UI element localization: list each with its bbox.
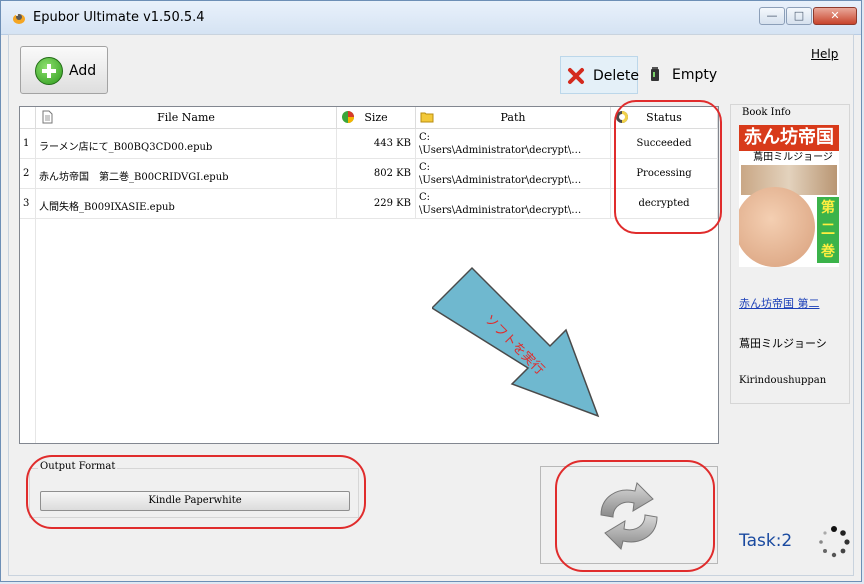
file-name-cell: ラーメン店にて_B00BQ3CD00.epub [39, 142, 213, 153]
convert-highlight-ring [555, 460, 715, 572]
table-row[interactable]: 229 KB [337, 189, 416, 219]
minimize-icon: — [766, 9, 778, 22]
book-title-link[interactable]: 赤ん坊帝国 第二 [739, 295, 845, 311]
empty-button-label: Empty [672, 67, 718, 83]
add-button[interactable]: Add [20, 46, 108, 94]
row-number: 1 [23, 138, 30, 149]
minimize-button[interactable]: — [759, 7, 785, 25]
close-icon: ✕ [830, 9, 840, 22]
delete-button-label: Delete [593, 68, 639, 84]
file-size-cell: 229 KB [373, 198, 411, 209]
file-size-cell: 802 KB [373, 168, 411, 179]
table-row[interactable]: C: \Users\Administrator\decrypt\… [416, 159, 611, 189]
maximize-button[interactable]: □ [786, 7, 812, 25]
book-info-panel: Book Info 赤ん坊帝国 蔦田ミルジョージ 第二巻 赤ん坊帝国 第二 蔦田… [730, 104, 850, 404]
table-row[interactable]: 2 [20, 159, 36, 189]
delete-button[interactable]: Delete [560, 56, 639, 94]
column-header-file-name[interactable]: File Name [36, 107, 337, 129]
column-header-label: File Name [157, 111, 215, 124]
file-path-cell: C: \Users\Administrator\decrypt\… [419, 162, 582, 186]
close-button[interactable]: ✕ [813, 7, 857, 25]
trash-icon [651, 67, 659, 81]
plus-icon [35, 57, 63, 85]
book-cover: 赤ん坊帝国 蔦田ミルジョージ 第二巻 [739, 125, 839, 267]
column-header-size[interactable]: Size [337, 107, 416, 129]
row-number: 2 [23, 168, 30, 179]
file-path-cell: C: \Users\Administrator\decrypt\… [419, 192, 582, 216]
table-row[interactable]: C: \Users\Administrator\decrypt\… [416, 189, 611, 219]
file-name-cell: 赤ん坊帝国 第二巻_B00CRIDVGI.epub [39, 172, 229, 183]
empty-button[interactable]: Empty [642, 56, 722, 94]
book-author: 蔦田ミルジョーシ [739, 337, 827, 350]
loading-spinner-icon [819, 526, 850, 558]
table-row[interactable]: 赤ん坊帝国 第二巻_B00CRIDVGI.epub [36, 159, 337, 189]
file-name-cell: 人間失格_B009IXASIE.epub [39, 202, 175, 213]
annotation-arrow: ソフトを実行 [432, 266, 600, 418]
row-number-gutter [20, 219, 36, 443]
table-row[interactable]: 1 [20, 129, 36, 159]
title-bar[interactable]: Epubor Ultimate v1.50.5.4 — □ ✕ [1, 1, 861, 35]
status-highlight-ring [614, 100, 722, 234]
output-highlight-ring [26, 455, 366, 529]
window-title: Epubor Ultimate v1.50.5.4 [33, 10, 205, 25]
task-count: Task:2 [739, 531, 793, 551]
column-header-number[interactable] [20, 107, 36, 129]
table-row[interactable]: 443 KB [337, 129, 416, 159]
table-row[interactable]: ラーメン店にて_B00BQ3CD00.epub [36, 129, 337, 159]
cover-title: 赤ん坊帝国 [739, 125, 839, 151]
row-number: 3 [23, 198, 30, 209]
book-publisher: Kirindoushuppan [739, 375, 827, 386]
column-header-label: Path [500, 111, 526, 124]
table-row[interactable]: 802 KB [337, 159, 416, 189]
help-link[interactable]: Help [811, 47, 838, 61]
file-size-cell: 443 KB [373, 138, 411, 149]
app-icon [13, 14, 25, 24]
cover-baby-image [739, 187, 815, 267]
cover-volume: 第二巻 [817, 197, 839, 263]
table-row[interactable]: C: \Users\Administrator\decrypt\… [416, 129, 611, 159]
column-header-label: Size [364, 111, 388, 124]
maximize-icon: □ [793, 9, 805, 22]
table-row[interactable]: 人間失格_B009IXASIE.epub [36, 189, 337, 219]
delete-x-icon [568, 68, 584, 84]
column-header-path[interactable]: Path [416, 107, 611, 129]
file-path-cell: C: \Users\Administrator\decrypt\… [419, 132, 582, 156]
add-button-label: Add [69, 63, 97, 79]
book-info-label: Book Info [740, 107, 793, 118]
table-row[interactable]: 3 [20, 189, 36, 219]
cover-author: 蔦田ミルジョージ [753, 152, 833, 163]
